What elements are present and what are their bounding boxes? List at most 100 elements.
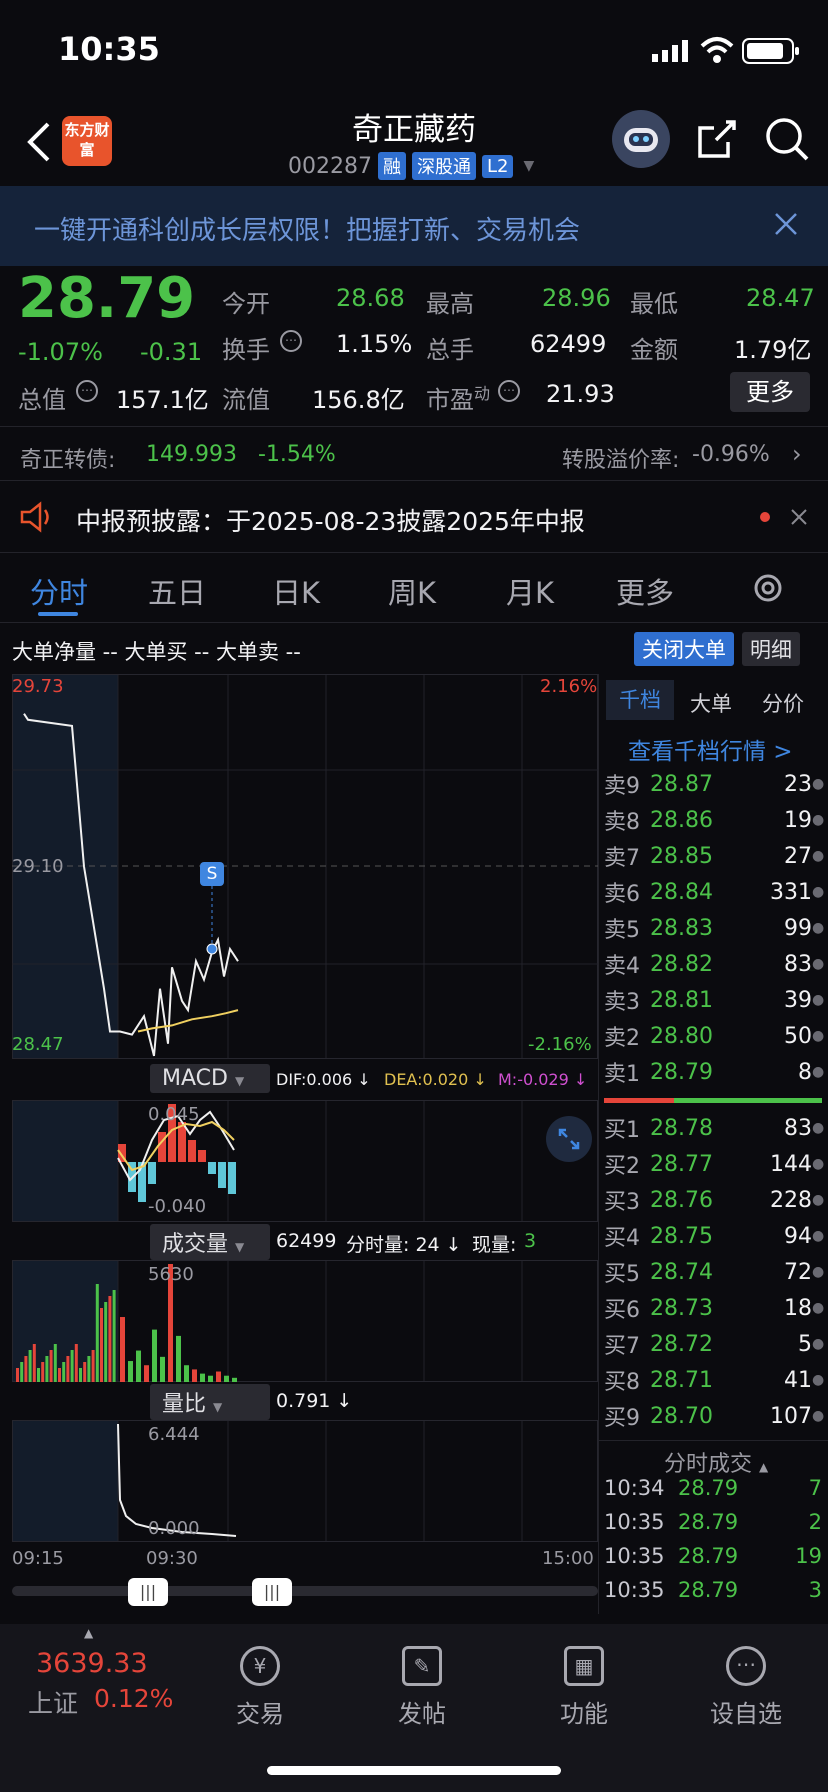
ask-level: 卖6 <box>604 882 640 907</box>
ask-price: 28.81 <box>650 987 713 1013</box>
more-button[interactable]: 更多 <box>730 372 810 412</box>
tab-weekly-k[interactable]: 周K <box>388 570 436 612</box>
ob-tab-price[interactable]: 分价 <box>762 688 804 718</box>
ask-row[interactable]: 卖4 28.82 83 ● <box>604 946 826 982</box>
ob-tab-thousand[interactable]: 千档 <box>606 680 674 720</box>
ask-level: 卖2 <box>604 1026 640 1051</box>
search-icon[interactable] <box>764 116 810 162</box>
ask-row[interactable]: 卖5 28.83 99 ● <box>604 910 826 946</box>
bid-row[interactable]: 买2 28.77 144 ● <box>604 1146 826 1182</box>
ask-row[interactable]: 卖9 28.87 23 ● <box>604 766 826 802</box>
ask-row[interactable]: 卖1 28.79 8 ● <box>604 1054 826 1090</box>
ask-price: 28.80 <box>650 1023 713 1049</box>
info-icon[interactable]: ⋯ <box>280 330 302 352</box>
detail-button[interactable]: 明细 <box>742 632 800 666</box>
volume-bar <box>100 1308 103 1382</box>
tab-daily-k[interactable]: 日K <box>272 570 320 612</box>
ask-row[interactable]: 卖8 28.86 19 ● <box>604 802 826 838</box>
macd-bar <box>198 1150 206 1162</box>
tick-row[interactable]: 10:35 28.79 2 <box>604 1510 824 1534</box>
ask-level: 卖9 <box>604 774 640 799</box>
close-icon[interactable] <box>774 212 798 236</box>
premium-value: -0.96% <box>692 442 770 467</box>
last-price: 28.79 <box>18 266 196 331</box>
chevron-right-icon[interactable]: › <box>792 440 802 468</box>
volume-bar <box>83 1362 87 1382</box>
tick-row[interactable]: 10:35 28.79 3 <box>604 1578 824 1602</box>
dot-icon: ● <box>812 1064 825 1080</box>
tick-volume: 3 <box>808 1578 822 1602</box>
ask-price: 28.84 <box>650 879 713 905</box>
range-handle-left[interactable]: ||| <box>128 1578 168 1606</box>
expand-icon[interactable] <box>546 1116 592 1162</box>
tab-intraday[interactable]: 分时 <box>30 570 88 612</box>
nav-watchlist[interactable]: ⋯ 设自选 <box>696 1646 796 1729</box>
bid-row[interactable]: 买5 28.74 72 ● <box>604 1254 826 1290</box>
dot-icon: ● <box>812 1336 825 1352</box>
ask-row[interactable]: 卖3 28.81 39 ● <box>604 982 826 1018</box>
tick-volume: 7 <box>808 1476 822 1500</box>
chevron-up-icon[interactable]: ▲ <box>84 1626 93 1640</box>
bid-row[interactable]: 买8 28.71 41 ● <box>604 1362 826 1398</box>
grid-icon: ▦ <box>564 1646 604 1686</box>
volume-selector[interactable]: 成交量 ▼ <box>150 1224 270 1260</box>
promo-banner-text[interactable]: 一键开通科创成长层权限！把握打新、交易机会 <box>34 210 580 247</box>
close-bigorder-button[interactable]: 关闭大单 <box>634 632 734 666</box>
robot-icon[interactable] <box>612 110 670 168</box>
close-icon[interactable] <box>790 508 808 526</box>
tick-volume: 19 <box>795 1544 822 1568</box>
notice-text[interactable]: 中报预披露：于2025-08-23披露2025年中报 <box>76 502 585 538</box>
ticks-title[interactable]: 分时成交 ▲ <box>664 1446 768 1478</box>
bid-row[interactable]: 买9 28.70 107 ● <box>604 1398 826 1434</box>
range-handle-right[interactable]: ||| <box>252 1578 292 1606</box>
gear-icon[interactable] <box>750 570 786 606</box>
volume-bar <box>208 1375 213 1382</box>
macd-name: MACD <box>162 1066 228 1091</box>
bid-level: 买2 <box>604 1154 640 1179</box>
range-track[interactable] <box>12 1586 598 1596</box>
tick-row[interactable]: 10:35 28.79 19 <box>604 1544 824 1568</box>
nav-trade[interactable]: ¥ 交易 <box>210 1646 310 1729</box>
ob-link[interactable]: 查看千档行情 > <box>628 732 793 766</box>
tag-margin: 融 <box>377 152 406 180</box>
ask-row[interactable]: 卖6 28.84 331 ● <box>604 874 826 910</box>
info-icon[interactable]: ⋯ <box>76 380 98 402</box>
info-icon[interactable]: ⋯ <box>498 380 520 402</box>
bid-row[interactable]: 买4 28.75 94 ● <box>604 1218 826 1254</box>
orderbook-divider <box>598 1440 828 1441</box>
index-name[interactable]: 上证 <box>28 1684 78 1720</box>
bid-row[interactable]: 买3 28.76 228 ● <box>604 1182 826 1218</box>
tab-five-day[interactable]: 五日 <box>148 570 206 612</box>
volume-bar <box>216 1371 221 1382</box>
float-value: 156.8亿 <box>312 386 405 414</box>
tick-row[interactable]: 10:34 28.79 7 <box>604 1476 824 1500</box>
bid-level: 买9 <box>604 1406 640 1431</box>
ob-tab-bigorder[interactable]: 大单 <box>690 688 732 718</box>
bid-row[interactable]: 买7 28.72 5 ● <box>604 1326 826 1362</box>
tick-time: 10:35 <box>604 1578 665 1602</box>
open-label: 今开 <box>222 290 270 318</box>
share-icon[interactable] <box>696 118 738 160</box>
ask-row[interactable]: 卖7 28.85 27 ● <box>604 838 826 874</box>
macd-selector[interactable]: MACD ▼ <box>150 1064 270 1093</box>
volume-chart[interactable] <box>12 1260 598 1382</box>
index-value[interactable]: 3639.33 <box>36 1648 148 1679</box>
nav-functions[interactable]: ▦ 功能 <box>534 1646 634 1729</box>
signal-marker[interactable]: S <box>200 862 224 886</box>
bid-row[interactable]: 买1 28.78 83 ● <box>604 1110 826 1146</box>
index-pct[interactable]: 0.12% <box>94 1684 173 1713</box>
amount-label: 金额 <box>630 336 678 364</box>
tab-monthly-k[interactable]: 月K <box>506 570 554 612</box>
macd-chart[interactable] <box>12 1100 598 1222</box>
chevron-down-icon[interactable]: ▼ <box>523 158 534 174</box>
preopen-shade <box>12 1100 118 1222</box>
qrr-chart[interactable] <box>12 1420 598 1542</box>
ask-row[interactable]: 卖2 28.80 50 ● <box>604 1018 826 1054</box>
bid-row[interactable]: 买6 28.73 18 ● <box>604 1290 826 1326</box>
qrr-value: 0.791 ↓ <box>276 1390 353 1412</box>
intraday-price-chart[interactable] <box>12 674 598 1059</box>
nav-post[interactable]: ✎ 发帖 <box>372 1646 472 1729</box>
bond-label[interactable]: 奇正转债: <box>20 442 115 474</box>
tab-more[interactable]: 更多 <box>616 570 674 612</box>
qrr-selector[interactable]: 量比 ▼ <box>150 1384 270 1420</box>
